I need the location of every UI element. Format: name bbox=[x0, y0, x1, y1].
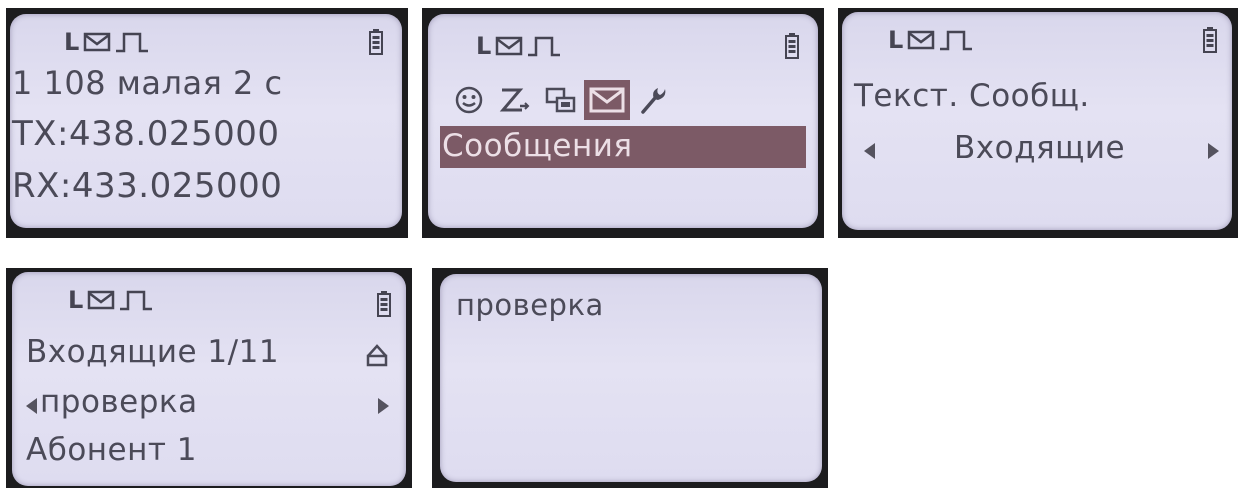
selected-menu-label: Сообщения bbox=[442, 128, 633, 164]
messages-envelope-icon[interactable] bbox=[584, 80, 630, 120]
photo-message-view: проверка bbox=[432, 268, 828, 488]
channels-icon[interactable] bbox=[538, 80, 584, 120]
status-bar: L bbox=[68, 286, 153, 314]
pulse-icon bbox=[115, 31, 149, 53]
lcd-message-view: проверка bbox=[440, 274, 822, 482]
menu-icon-row bbox=[446, 78, 676, 122]
signal-l-icon: L bbox=[476, 32, 492, 60]
pulse-icon bbox=[119, 289, 153, 311]
messages-menu-title: Текст. Сообщ. bbox=[854, 78, 1090, 114]
signal-l-icon: L bbox=[68, 286, 84, 314]
status-bar: L bbox=[888, 26, 973, 54]
signal-l-icon: L bbox=[888, 26, 904, 54]
signal-l-icon: L bbox=[64, 28, 80, 56]
rx-frequency: RX:433.025000 bbox=[12, 166, 283, 206]
envelope-icon bbox=[87, 290, 115, 310]
photo-main-menu: L Сообщения bbox=[422, 8, 824, 238]
photo-inbox: L Входящие 1/11 проверка Абонент 1 bbox=[6, 268, 412, 488]
lock-icon bbox=[364, 342, 390, 368]
envelope-icon bbox=[907, 30, 935, 50]
inbox-header: Входящие 1/11 bbox=[26, 334, 280, 370]
photo-home-screen: L 1 108 малая 2 с TX:438.025000 RX:433.0… bbox=[6, 8, 408, 238]
messages-option[interactable]: Входящие bbox=[954, 130, 1125, 166]
message-sender: Абонент 1 bbox=[26, 432, 198, 468]
lcd-inbox: L Входящие 1/11 проверка Абонент 1 bbox=[12, 272, 406, 486]
lcd-main-menu: L Сообщения bbox=[428, 14, 818, 228]
battery-icon bbox=[1202, 26, 1218, 58]
scan-icon[interactable] bbox=[492, 80, 538, 120]
right-arrow-icon[interactable] bbox=[1208, 143, 1219, 159]
status-bar: L bbox=[64, 28, 149, 56]
envelope-icon bbox=[83, 32, 111, 52]
message-body: проверка bbox=[456, 288, 604, 322]
left-arrow-icon[interactable] bbox=[26, 398, 37, 414]
contacts-face-icon[interactable] bbox=[446, 80, 492, 120]
lcd-home-screen: L 1 108 малая 2 с TX:438.025000 RX:433.0… bbox=[10, 14, 402, 228]
photo-messages-menu: L Текст. Сообщ. Входящие bbox=[838, 8, 1238, 238]
tx-frequency: TX:438.025000 bbox=[12, 114, 280, 154]
right-arrow-icon[interactable] bbox=[378, 398, 389, 414]
status-bar: L bbox=[476, 32, 561, 60]
pulse-icon bbox=[527, 35, 561, 57]
lcd-messages-menu: L Текст. Сообщ. Входящие bbox=[842, 12, 1232, 230]
message-preview[interactable]: проверка bbox=[40, 384, 198, 420]
battery-icon bbox=[368, 28, 384, 60]
left-arrow-icon[interactable] bbox=[864, 143, 875, 159]
battery-icon bbox=[784, 32, 800, 64]
envelope-icon bbox=[495, 36, 523, 56]
menu-selection-bar[interactable]: Сообщения bbox=[440, 126, 806, 168]
battery-icon bbox=[376, 290, 392, 322]
channel-line: 1 108 малая 2 с bbox=[12, 64, 283, 102]
settings-wrench-icon[interactable] bbox=[630, 80, 676, 120]
pulse-icon bbox=[939, 29, 973, 51]
